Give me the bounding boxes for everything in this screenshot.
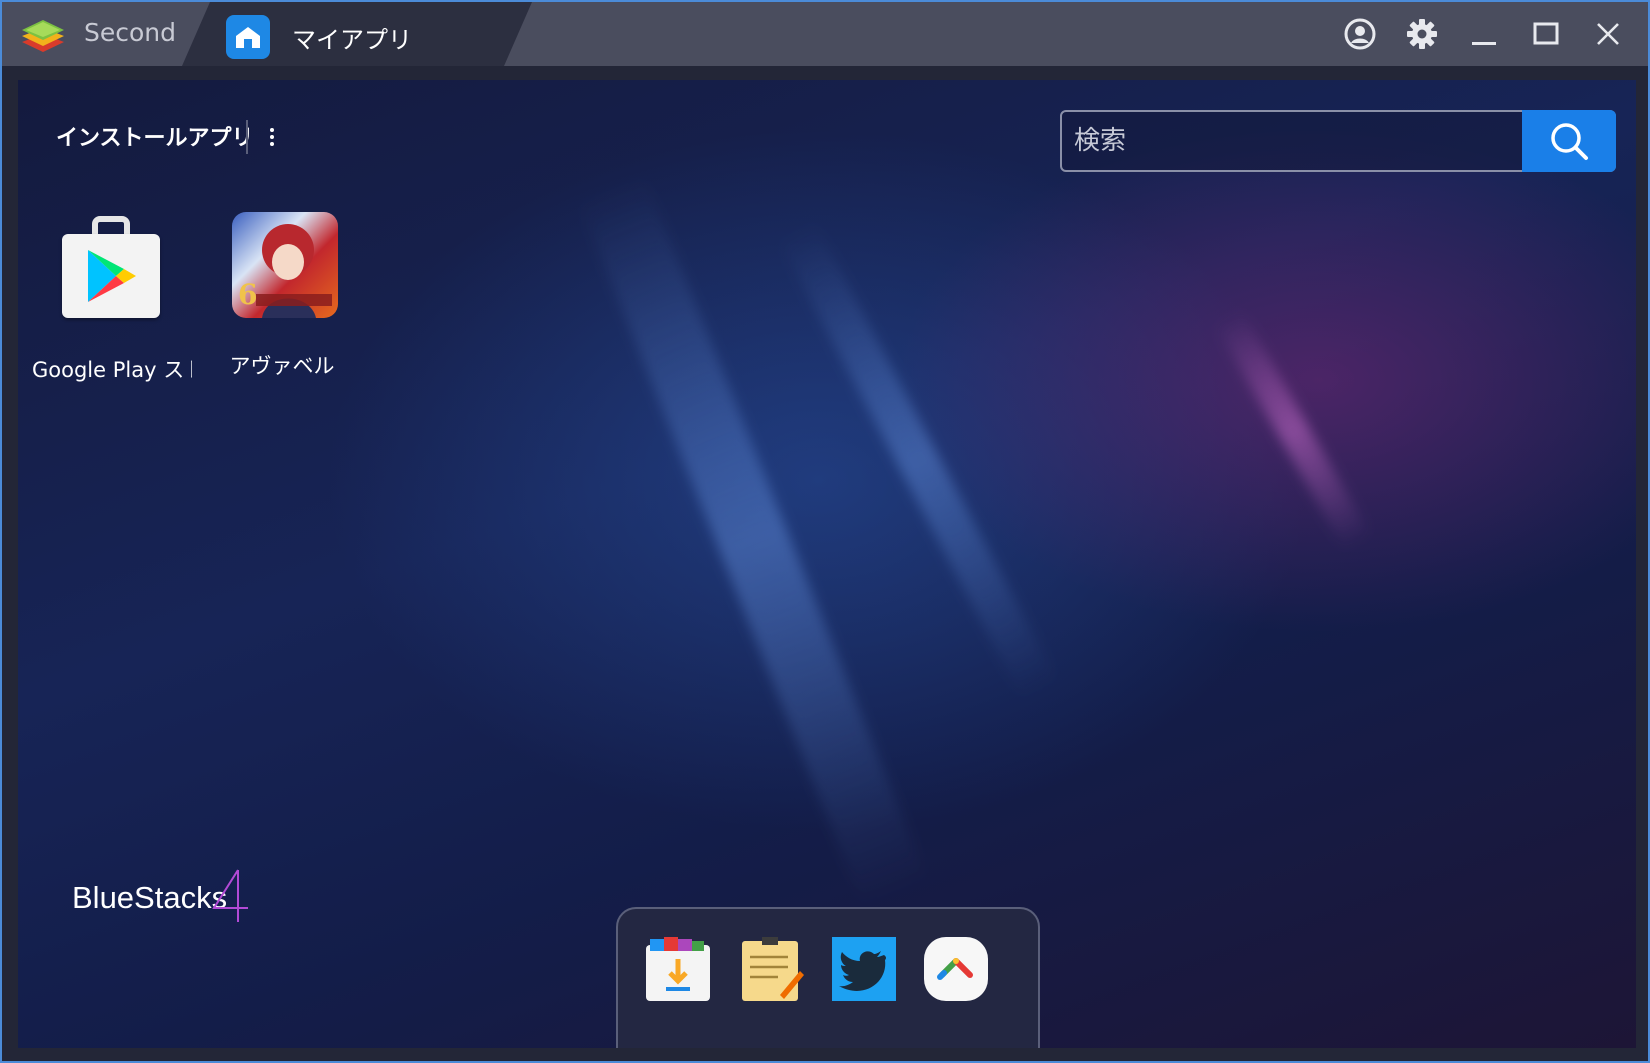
account-icon[interactable] bbox=[1342, 16, 1378, 52]
app-google-play-store[interactable]: Google Play ストア bbox=[32, 216, 192, 386]
app-avabel[interactable]: 6 アヴァベル bbox=[230, 212, 338, 382]
avabel-game-icon: 6 bbox=[232, 212, 338, 318]
search-bar bbox=[1060, 110, 1616, 172]
close-icon[interactable] bbox=[1590, 16, 1626, 52]
tab-second-label: Second bbox=[84, 18, 177, 47]
search-icon bbox=[1551, 123, 1588, 160]
notes-icon[interactable] bbox=[738, 935, 806, 1003]
home-icon bbox=[226, 15, 270, 59]
bluestacks-logo-icon bbox=[22, 20, 64, 52]
home-screen: インストールアプリ Google P bbox=[18, 80, 1636, 1048]
twitter-icon[interactable] bbox=[830, 935, 898, 1003]
kebab-menu-icon[interactable] bbox=[264, 124, 280, 150]
tab-second[interactable]: Second bbox=[2, 2, 202, 66]
dock bbox=[616, 907, 1040, 1048]
app-label: アヴァベル bbox=[229, 354, 335, 378]
svg-text:6: 6 bbox=[238, 278, 257, 311]
bluestacks-window: Second マイアプリ インストールアプリ 検索 Google Play ス … bbox=[0, 0, 1650, 1063]
app-center-icon[interactable] bbox=[644, 935, 712, 1003]
settings-gear-icon[interactable] bbox=[1404, 16, 1440, 52]
bluestacks-brand-text: BlueStacks bbox=[72, 880, 228, 915]
maximize-icon[interactable] bbox=[1528, 16, 1564, 52]
google-play-store-icon bbox=[62, 234, 160, 318]
tab-my-apps-label: マイアプリ bbox=[292, 26, 412, 54]
search-button[interactable] bbox=[1522, 110, 1616, 172]
title-bar: Second マイアプリ bbox=[2, 2, 1648, 66]
search-input[interactable] bbox=[1074, 120, 1494, 162]
minimize-icon[interactable] bbox=[1466, 16, 1502, 52]
app-label: Google Play ストア bbox=[32, 358, 192, 382]
more-apps-icon[interactable] bbox=[922, 935, 990, 1003]
bluestacks-4-logo-icon bbox=[212, 869, 248, 922]
header-divider bbox=[246, 120, 248, 154]
installed-apps-title: インストールアプリ bbox=[56, 126, 254, 151]
